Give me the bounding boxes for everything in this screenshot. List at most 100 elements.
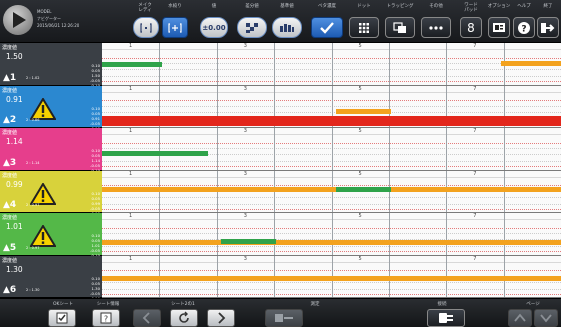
channel-scale: 0.100.051.50-0.05-0.10 — [90, 63, 100, 88]
next-sheet-button[interactable] — [207, 309, 235, 327]
help-icon: ? — [518, 21, 530, 34]
diff-button[interactable] — [237, 17, 267, 38]
tool-trapping-label: トラッピング — [386, 4, 414, 9]
tool-exit-label: 終了 — [543, 4, 553, 9]
overlay-icon — [393, 21, 406, 33]
tool-water: 水絞り — [160, 0, 190, 43]
scale-tick: -0.05 — [90, 120, 100, 126]
channel-density-label: 濃度値 — [2, 215, 18, 221]
scale-tick: -0.05 — [90, 205, 100, 211]
prev-sheet-button[interactable] — [133, 309, 161, 327]
tool-options-label: オプション — [487, 4, 511, 9]
options-button[interactable] — [488, 17, 510, 38]
grid-column-line — [388, 43, 390, 85]
channel-scale: 0.100.050.91-0.05-0.10 — [90, 106, 100, 131]
page-number: 5 — [358, 213, 362, 219]
tool-exit: 終了 — [536, 0, 560, 43]
menu-logo-button[interactable] — [3, 5, 33, 35]
channel-density-value: 0.91 — [6, 94, 23, 104]
density-bar — [501, 60, 561, 66]
measure-button[interactable] — [265, 309, 303, 327]
page-number: 7 — [473, 255, 477, 262]
value-button[interactable]: ±0.00 — [200, 17, 228, 38]
checker-icon — [246, 22, 258, 33]
density-bar — [102, 275, 561, 281]
grid-column-line — [331, 43, 333, 85]
channel-panel[interactable]: 濃度値1.50 ▲1 2 : 1.02 0.100.051.50-0.05-0.10 — [0, 43, 102, 88]
wordpad-button[interactable]: 8 — [460, 17, 482, 38]
sheet-info-button[interactable]: ? — [92, 309, 120, 327]
grid-column-line — [503, 213, 505, 255]
channel-panel[interactable]: 濃度値0.91 ▲22 : 0.860.100.050.91-0.05-0.10 — [0, 85, 102, 131]
refresh-sheet-button[interactable] — [170, 309, 198, 327]
help-button[interactable]: ? — [513, 17, 535, 38]
page-number: 1 — [129, 128, 133, 134]
channel-panel[interactable]: 濃度値0.99 ▲42 : 0.970.100.050.99-0.05-0.10 — [0, 170, 102, 216]
scale-tick: 0.05 — [91, 280, 100, 286]
tool-options: オプション — [486, 0, 512, 43]
page-number: 5 — [358, 255, 362, 262]
page-number: 7 — [473, 85, 477, 92]
channel-number: ▲2 — [3, 115, 17, 125]
sheet-info-label: シート情報 — [96, 302, 120, 307]
grid-column-line — [446, 213, 448, 255]
scale-tick: 0.99 — [91, 200, 100, 206]
water-button[interactable] — [162, 17, 188, 38]
page-number: 7 — [473, 43, 477, 49]
page-number: 3 — [243, 213, 247, 219]
scale-tick: 0.10 — [91, 190, 100, 196]
page-number: 5 — [358, 170, 362, 177]
bracket-expand-icon — [168, 22, 182, 33]
page-number: 7 — [473, 170, 477, 177]
density-bar — [102, 239, 561, 245]
channel-scale: 0.100.051.14-0.05-0.10 — [90, 148, 100, 173]
measure-device-icon — [275, 314, 293, 322]
ok-sheet-button[interactable] — [48, 309, 76, 327]
density-bar — [102, 116, 561, 127]
page-number: 3 — [243, 255, 247, 262]
channel-panel[interactable]: 濃度値1.01 ▲5 2 : 0.97 0.100.051.01-0.05-0.10 — [0, 213, 102, 258]
channel-scale: 0.100.050.99-0.05-0.10 — [90, 191, 100, 216]
solid-button[interactable] — [311, 17, 343, 38]
scale-tick: -0.05 — [90, 290, 100, 296]
base-button[interactable] — [272, 17, 302, 38]
other-button[interactable] — [421, 17, 451, 38]
scale-tick: 1.30 — [91, 285, 100, 291]
page-number: 3 — [243, 43, 247, 49]
dot-button[interactable] — [349, 17, 379, 38]
scale-tick: 0.05 — [91, 195, 100, 201]
page-label: ページ — [526, 302, 540, 307]
channel-scale: 0.100.051.01-0.05-0.10 — [90, 233, 100, 258]
channel-panel[interactable]: 濃度値1.14 ▲3 2 : 1.14 0.100.051.14-0.05-0.10 — [0, 128, 102, 173]
tool-dot: ドット — [346, 0, 382, 43]
grid-band: 1 3 5 7 — [102, 43, 561, 86]
channel-scale: 0.100.051.30-0.05-0.10 — [90, 276, 100, 301]
page-down-button[interactable] — [534, 309, 558, 327]
top-toolbar: MODEL ナビゲーター 2015/06/21 12:26:20 メイク レディ… — [0, 0, 561, 43]
channel-density-value: 0.99 — [6, 179, 23, 189]
page-number: 1 — [129, 255, 133, 262]
checkbox-icon — [56, 312, 68, 324]
channel-sub-value: 2 : 1.02 — [26, 75, 40, 80]
channel-panel[interactable]: 濃度値1.30▲62 : 1.300.100.051.30-0.05-0.10 — [0, 255, 102, 301]
grid-band: 1 3 5 7 — [102, 128, 561, 171]
scale-tick: 0.05 — [91, 110, 100, 116]
grid-column-line — [388, 213, 390, 255]
exit-button[interactable] — [537, 17, 559, 38]
channel-number: ▲1 — [3, 72, 17, 83]
trapping-button[interactable] — [385, 17, 415, 38]
tool-water-label: 水絞り — [168, 4, 182, 9]
density-bar — [102, 186, 561, 192]
ok-sheet-label: OKシート — [53, 302, 73, 307]
connect-button[interactable] — [427, 309, 465, 327]
makeready-button[interactable] — [133, 17, 159, 38]
svg-text:?: ? — [104, 315, 108, 324]
channel-sub-value: 2 : 1.30 — [26, 288, 40, 292]
channel-density-value: 1.30 — [6, 264, 23, 274]
grid-column-line — [216, 43, 218, 85]
page-up-button[interactable] — [508, 309, 532, 327]
check-icon — [320, 22, 334, 34]
grid-column-line — [446, 43, 448, 85]
channel-number: ▲3 — [3, 157, 17, 168]
exit-icon — [541, 22, 555, 33]
